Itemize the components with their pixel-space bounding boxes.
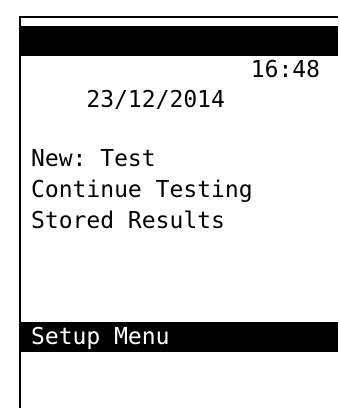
date-value: 23/12/2014 <box>86 87 225 113</box>
menu-title-bar: Select Menu <box>21 26 338 110</box>
menu-item-setup-menu[interactable]: Setup Menu <box>21 322 338 352</box>
scroll-indicator <box>292 31 336 110</box>
menu-item-stored-results[interactable]: Stored Results <box>21 206 338 236</box>
menu-item-continue-testing[interactable]: Continue Testing <box>21 175 338 205</box>
time-value: 16:48 <box>250 57 320 83</box>
lcd-display: Select Menu 23/12/2014 16:48 New: Test C… <box>19 16 338 408</box>
menu-item-new-test[interactable]: New: Test <box>21 144 338 174</box>
datetime-row: 23/12/2014 16:48 <box>21 55 338 113</box>
scroll-down-icon[interactable] <box>314 31 336 110</box>
scroll-up-icon[interactable] <box>292 31 314 110</box>
